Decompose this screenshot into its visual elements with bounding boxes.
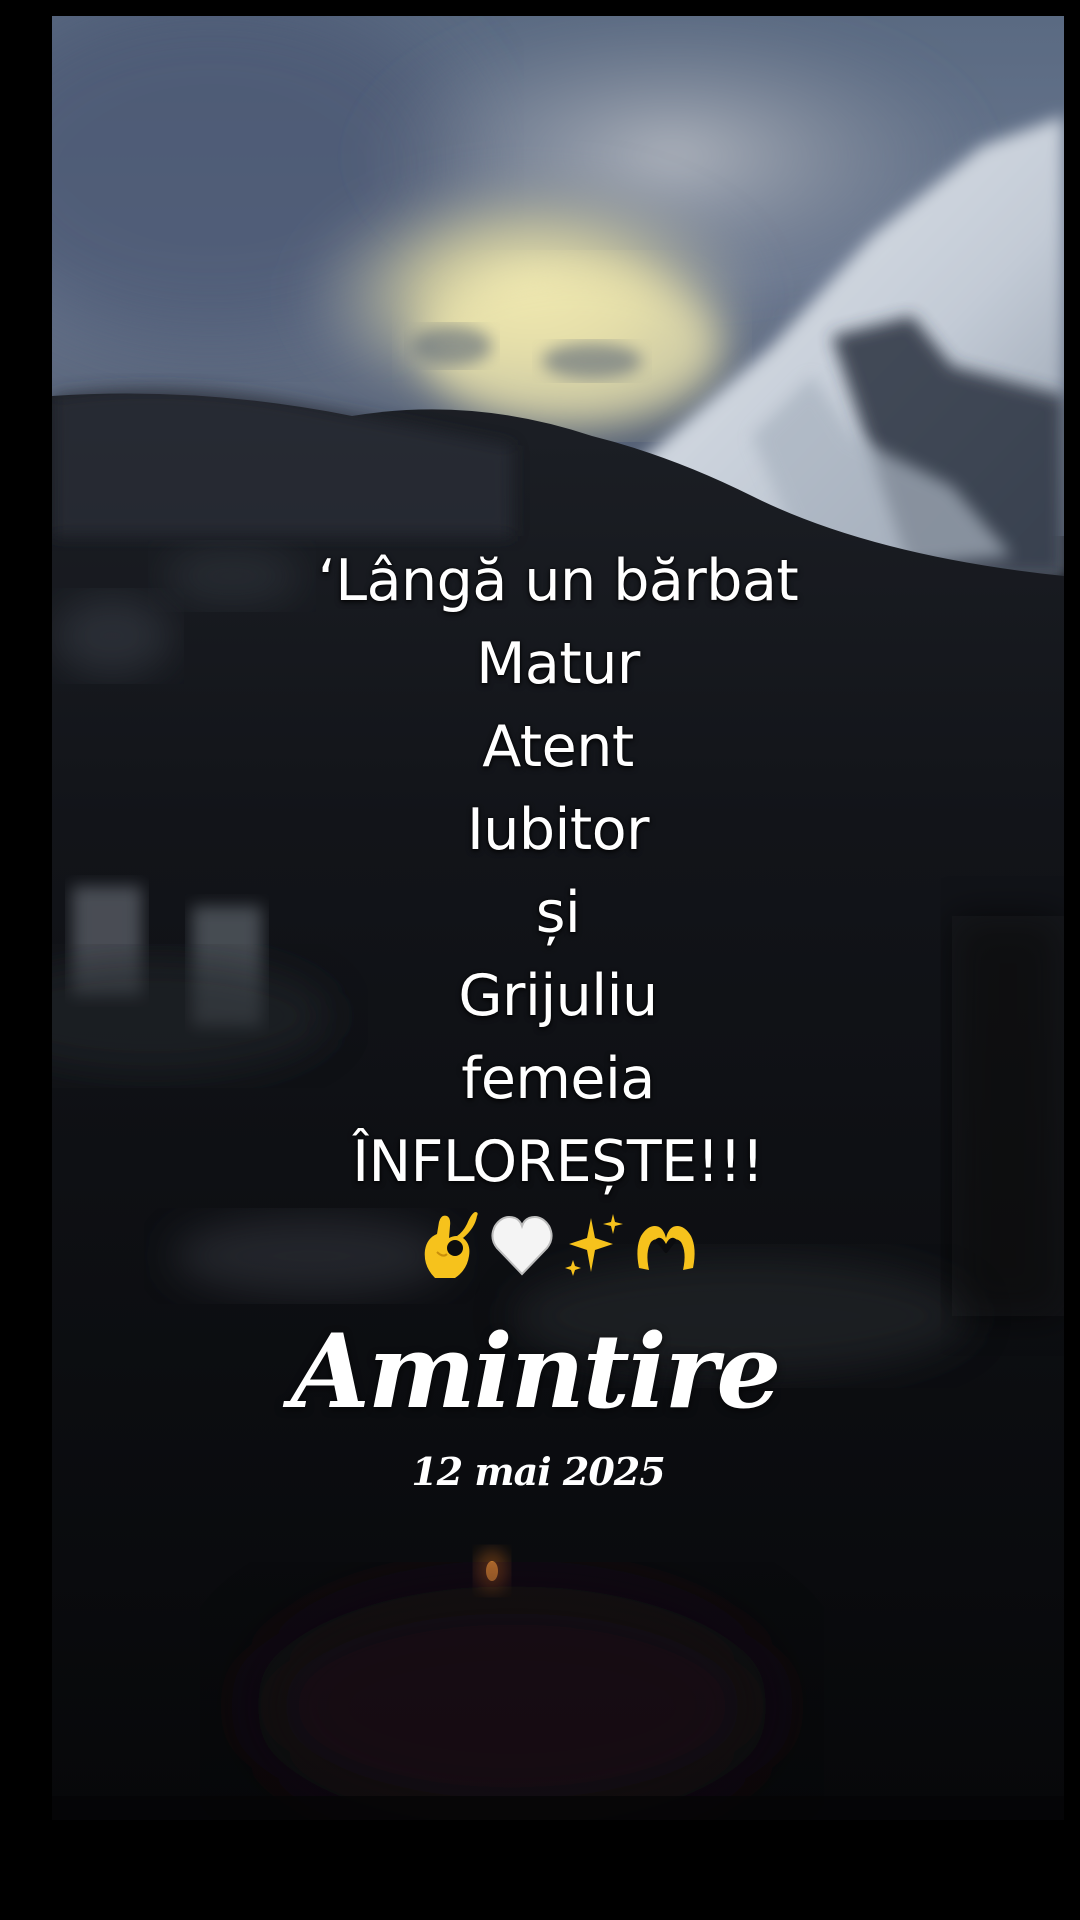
poem-line: ÎNFLOREȘTE!!! [352, 1129, 764, 1195]
poem-line: femeia [461, 1046, 655, 1112]
poem-line: și [535, 880, 581, 946]
poem-line: Matur [476, 631, 640, 697]
heart-hands-icon [637, 1226, 695, 1270]
sparkles-icon [565, 1214, 623, 1276]
poem-line: Atent [482, 714, 634, 780]
ok-hand-icon [424, 1212, 478, 1278]
poem-line: Grijuliu [458, 963, 658, 1029]
memory-date: 12 mai 2025 [411, 1449, 665, 1494]
emoji-row [52, 1205, 1064, 1285]
memory-title: Amintire [290, 1312, 781, 1432]
poem-line: ‘Lângă un bărbat [317, 548, 799, 614]
white-heart-icon [491, 1216, 553, 1276]
poem-line: Iubitor [466, 797, 650, 863]
poem-text: ‘Lângă un bărbat Matur Atent Iubitor și … [52, 540, 1064, 1204]
video-frame: ‘Lângă un bărbat Matur Atent Iubitor și … [0, 0, 1080, 1920]
